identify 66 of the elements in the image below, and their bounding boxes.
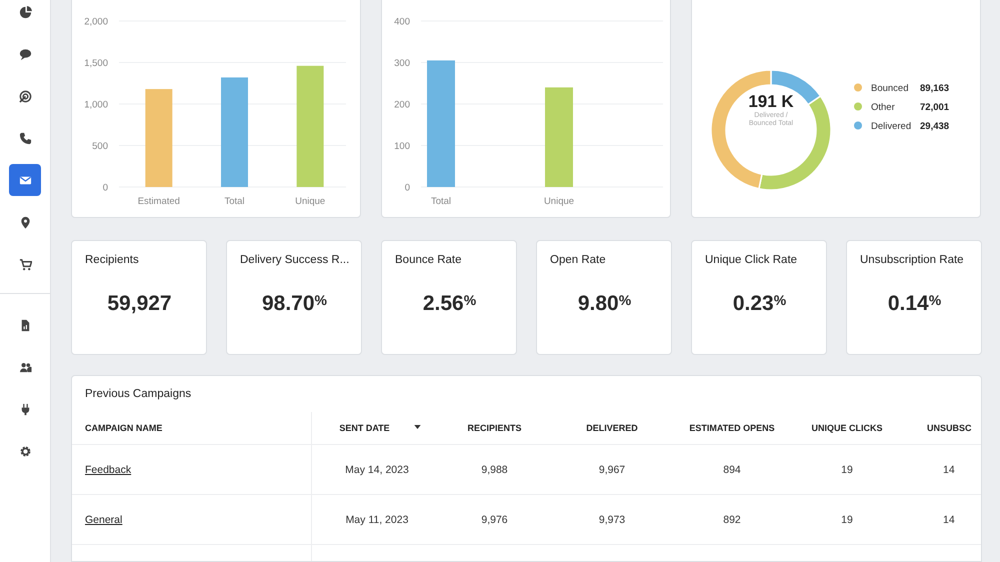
column-header[interactable]: UNIQUE CLICKS (787, 412, 907, 445)
campaign-link[interactable]: General (85, 514, 122, 526)
settings-icon (18, 444, 32, 458)
axis-label: 0 (102, 182, 108, 194)
axis-label: 100 (394, 141, 410, 152)
stat-value: 0.23$^{%}$ (732, 292, 788, 316)
campaign-link[interactable]: Feedback (85, 464, 132, 476)
table-cell: May 14, 2023 (345, 464, 409, 476)
axis-label: 500 (92, 141, 108, 152)
caret-icon (414, 424, 421, 428)
axis-label: 1,000 (84, 100, 108, 110)
stat-value: 9.80$^{%}$ (576, 292, 632, 316)
stat-label: Delivery Success R... (240, 254, 349, 266)
legend-label: Bounced (871, 83, 909, 94)
axis-label: 200 (394, 100, 410, 110)
phone-icon (18, 132, 32, 144)
pie-chart-icon (18, 6, 32, 18)
legend-label: Delivered (871, 121, 912, 132)
table-cell: 9,973 (598, 514, 626, 526)
stat-label: Bounce Rate (395, 254, 462, 266)
table-cell: 9,988 (481, 464, 508, 476)
legend-value: 29,438 (920, 121, 950, 132)
axis-label: Total (430, 196, 452, 207)
axis-label: 400 (394, 16, 410, 28)
sidebar-item[interactable] (9, 164, 41, 196)
table-cell: 9,976 (481, 514, 508, 526)
stat-label: Recipients (85, 254, 140, 266)
stat-label: Unsubscription Rate (860, 254, 965, 266)
stat-value: 98.70$^{%}$ (260, 292, 328, 316)
column-header[interactable]: UNSUBSC (907, 412, 981, 445)
table-cell: 19 (841, 464, 853, 476)
map-pin-icon (18, 216, 32, 228)
axis-label: Unique (295, 196, 326, 207)
legend-value: 72,001 (920, 102, 950, 113)
axis-label: Unique (544, 196, 574, 207)
people-icon (18, 360, 32, 374)
column-header[interactable]: RECIPIENTS (442, 412, 547, 445)
table-cell: 892 (723, 514, 741, 526)
cart-icon (18, 258, 32, 270)
stat-value: 59,927 (106, 292, 173, 316)
axis-label: 300 (394, 58, 410, 69)
stat-label: Unique Click Rate (705, 254, 798, 266)
axis-label: 1,500 (84, 58, 108, 69)
stat-value: 0.14$^{%}$ (886, 292, 942, 316)
stat-value: 2.56$^{%}$ (422, 292, 478, 316)
column-header[interactable]: DELIVERED (547, 412, 677, 445)
table-cell: 14 (943, 464, 955, 476)
table-cell: 894 (723, 464, 741, 476)
table-cell: May 11, 2023 (346, 514, 408, 526)
axis-label: Estimated (138, 196, 180, 207)
table-cell: 9,967 (598, 464, 626, 476)
column-header[interactable]: CAMPAIGN NAME (72, 412, 312, 445)
axis-label: 0 (404, 182, 410, 194)
axis-label: Total (224, 196, 245, 207)
axis-label: 2,000 (84, 16, 108, 28)
column-header[interactable]: SENT DATE (312, 412, 442, 445)
target-icon (18, 90, 32, 102)
legend-label: Other (871, 102, 895, 113)
stat-label: Open Rate (550, 254, 607, 266)
legend-value: 89,163 (920, 83, 950, 94)
chat-icon (18, 48, 32, 60)
table-cell: 14 (943, 514, 955, 526)
table-title: Previous Campaigns (84, 387, 192, 402)
column-header[interactable]: ESTIMATED OPENS (677, 412, 787, 445)
table-cell: 19 (841, 514, 853, 526)
donut-total: 191 K (748, 92, 794, 111)
